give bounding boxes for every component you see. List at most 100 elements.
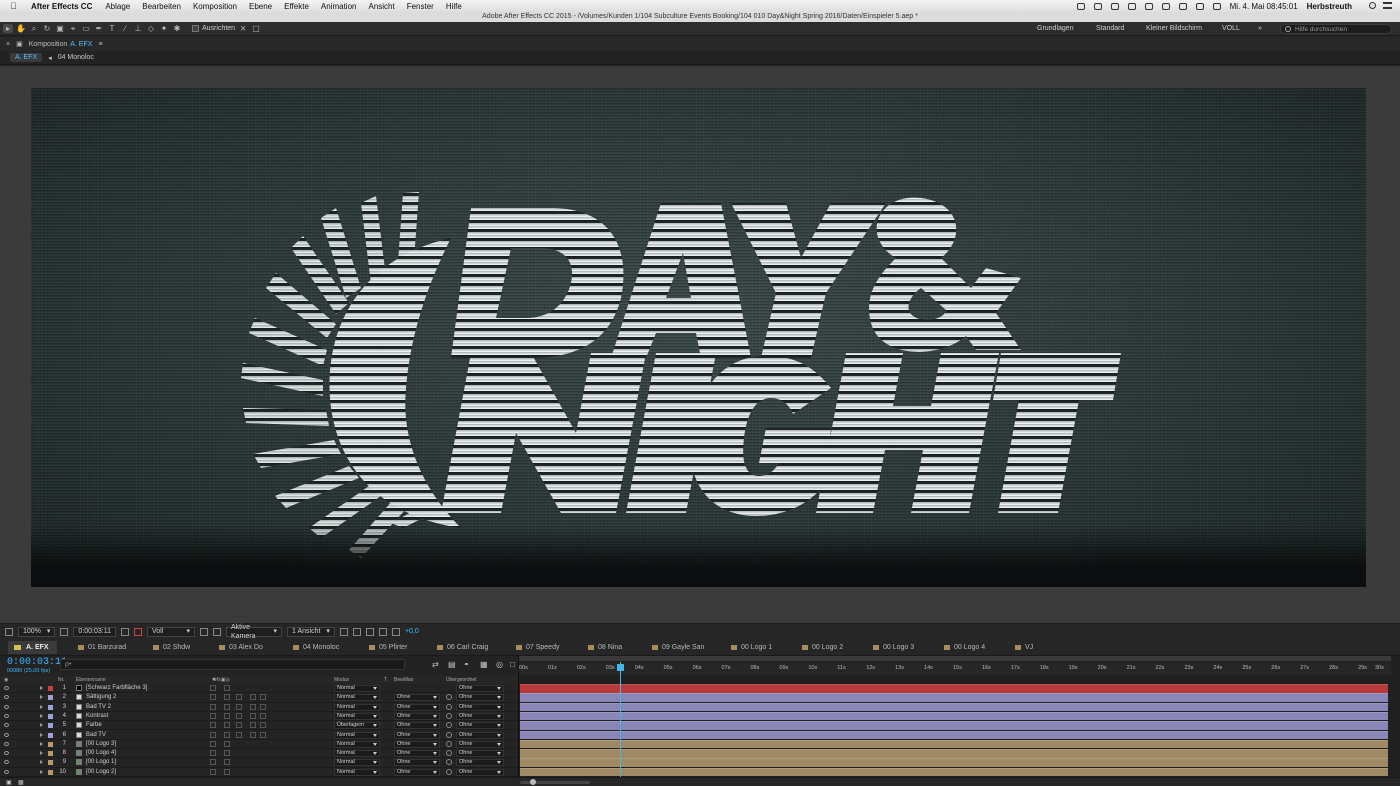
pick-whip-icon[interactable] [446,759,452,766]
composition-name[interactable]: A. EFX [70,41,92,48]
mode-select[interactable]: Normal [334,731,380,739]
column-nr[interactable]: Nr. [58,677,64,683]
clock[interactable]: Mi. 4. Mai 08:45:01 [1230,2,1298,11]
label-swatch[interactable] [48,760,53,766]
expand-icon[interactable] [40,686,43,690]
shy-switch-icon[interactable] [210,759,216,766]
3d-switch-icon[interactable] [260,712,266,719]
adjustment-switch-icon[interactable] [250,722,256,729]
lock-icon[interactable]: ▣ [16,40,23,48]
layer-name[interactable]: [00 Logo 4] [86,750,116,756]
adjustment-switch-icon[interactable] [250,703,256,710]
label-swatch[interactable] [48,713,53,719]
work-area-bar[interactable] [519,656,1391,661]
layer-name[interactable]: Sättigung 2 [86,694,116,700]
eye-icon[interactable] [4,686,9,690]
eye-icon[interactable] [4,760,9,765]
quality-switch-icon[interactable] [224,731,230,738]
camera-tool-icon[interactable]: ▣ [55,24,65,33]
label-swatch[interactable] [48,686,53,691]
zoom-tool-icon[interactable]: ⌕ [29,24,39,33]
parent-select[interactable]: Ohne [456,740,504,748]
switches-icon[interactable]: ✱∕fx▣◎ [212,677,230,683]
time-machine-icon[interactable] [1161,2,1170,10]
shy-switch-icon[interactable] [210,768,216,775]
tab-00-logo-4[interactable]: 00 Logo 4 [944,642,985,653]
text-tool-icon[interactable]: T [107,24,117,33]
expand-icon[interactable] [40,741,43,746]
pick-whip-icon[interactable] [446,722,452,729]
tab-06-carl-craig[interactable]: 06 Carl Craig [437,642,488,653]
layer-name[interactable]: Bad TV [86,732,106,738]
shy-switch-icon[interactable] [210,731,216,738]
graph-editor-icon[interactable]: □ [510,660,515,669]
color-channel-icon[interactable] [134,627,142,636]
mode-select[interactable]: Normal [334,703,380,711]
menu-ablage[interactable]: Ablage [105,2,130,11]
menu-komposition[interactable]: Komposition [193,2,237,11]
layer-row[interactable]: 9 [00 Logo 1] Normal Ohne Ohne [0,758,518,768]
toggle-modes-icon[interactable]: ▦ [18,779,24,786]
trkmat-select[interactable]: Ohne [394,768,440,776]
tab-a-efx[interactable]: A. EFX [8,641,57,654]
brush-tool-icon[interactable]: ∕ [120,24,130,33]
3d-switch-icon[interactable] [260,731,266,738]
layer-name[interactable]: [00 Logo 1] [86,759,116,765]
shy-layers-icon[interactable]: ◓ [464,660,469,669]
quality-switch-icon[interactable] [224,712,230,719]
3d-switch-icon[interactable] [260,722,266,729]
tab-07-speedy[interactable]: 07 Speedy [516,642,559,653]
eye-icon[interactable] [4,741,9,746]
quality-switch-icon[interactable] [224,768,230,775]
shy-switch-icon[interactable] [210,712,216,719]
display-icon[interactable] [1127,2,1136,10]
motion-blur-icon[interactable]: ◎ [496,660,503,669]
shy-switch-icon[interactable] [210,703,216,710]
rotate-tool-icon[interactable]: ↻ [42,24,52,33]
shy-switch-icon[interactable] [210,722,216,729]
exposure-reset-icon[interactable] [391,627,400,636]
trkmat-select[interactable]: Ohne [394,759,440,767]
parent-select[interactable]: Ohne [456,703,504,711]
roto-brush-tool-icon[interactable]: ✦ [159,24,169,33]
column-t[interactable]: T [384,677,387,683]
mode-select[interactable]: Normal [334,740,380,748]
column-parent[interactable]: Übergeordnet [446,677,477,683]
label-swatch[interactable] [48,695,53,701]
quality-switch-icon[interactable] [224,722,230,729]
eraser-tool-icon[interactable]: ◇ [146,24,156,33]
volume-icon[interactable] [1195,2,1204,10]
fx-switch-icon[interactable] [236,731,242,738]
shy-switch-icon[interactable] [210,694,216,701]
notification-center-icon[interactable] [1383,2,1392,9]
3d-switch-icon[interactable] [260,694,266,701]
column-modes[interactable]: Modus [334,677,349,683]
layer-duration-bar[interactable] [520,730,1388,739]
workspace-voll[interactable]: VOLL [1222,22,1240,36]
snapshot-icon[interactable] [121,627,129,636]
menu-effekte[interactable]: Effekte [284,2,309,11]
view-layout-select[interactable]: 1 Ansicht ▾ [287,626,335,637]
layer-duration-bar[interactable] [520,767,1388,777]
spotlight-icon[interactable] [1369,2,1376,9]
parent-select[interactable]: Ohne [456,768,504,776]
pick-whip-icon[interactable] [446,703,452,710]
pick-whip-icon[interactable] [446,731,452,738]
layer-search-input[interactable]: ρ• [60,659,405,670]
expand-icon[interactable] [40,695,43,700]
label-swatch[interactable] [48,769,53,775]
user-name[interactable]: Herbstreuth [1307,2,1352,11]
clone-stamp-tool-icon[interactable]: ⊥ [133,24,143,33]
layer-row[interactable]: 5 Farbe Überlagern Ohne Ohne [0,721,518,731]
label-swatch[interactable] [48,723,53,729]
workspace-kleiner-bildschirm[interactable]: Kleiner Bildschirm [1146,22,1202,36]
parent-select[interactable]: Ohne [456,750,504,758]
tab-05-pfirter[interactable]: 05 Pfirter [369,642,407,653]
layer-name[interactable]: [00 Logo 3] [86,741,116,747]
selection-tool-icon[interactable]: ▸ [3,24,13,33]
label-swatch[interactable] [48,732,53,738]
app-menu[interactable]: After Effects CC [31,2,92,11]
mode-select[interactable]: Normal [334,759,380,767]
grid-toggle-icon[interactable] [5,627,13,636]
pick-whip-icon[interactable] [446,712,452,719]
